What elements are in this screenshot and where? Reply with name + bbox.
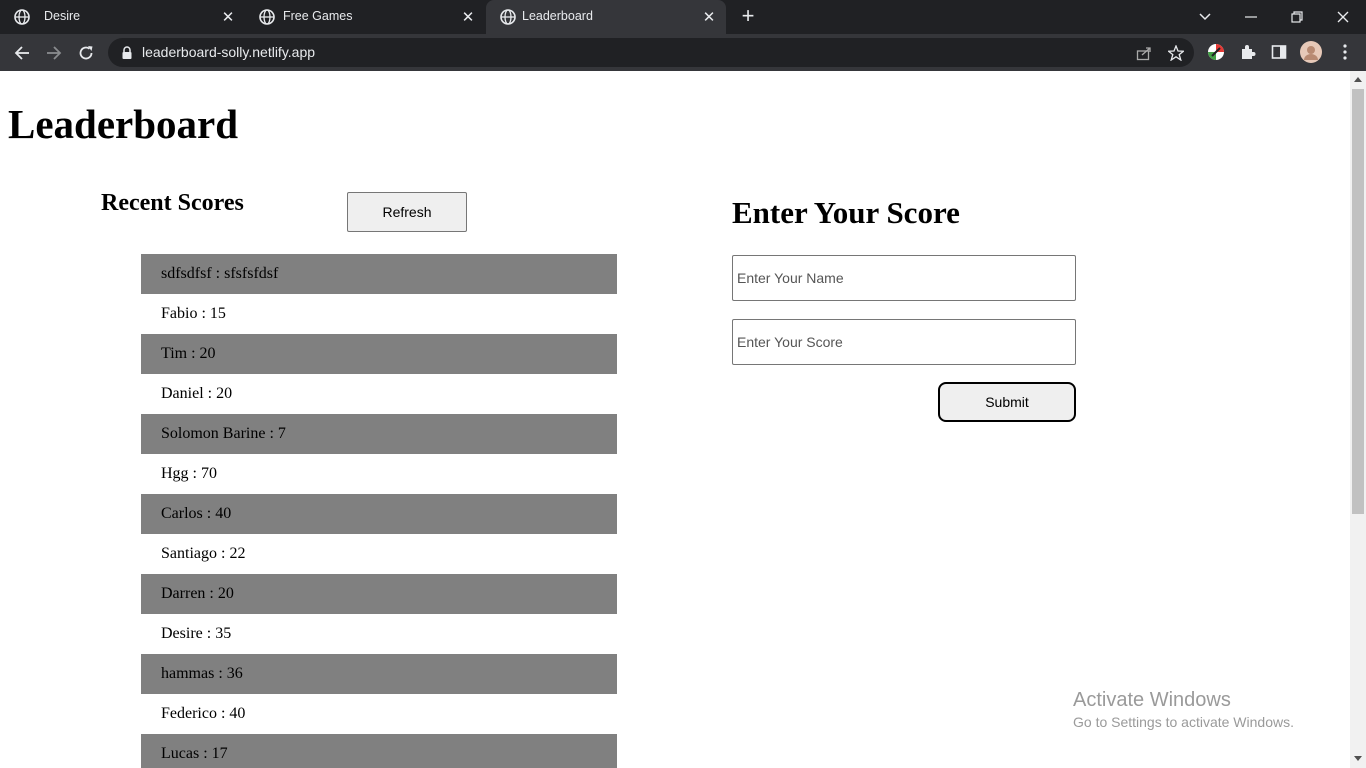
tab-title: Free Games <box>283 9 353 23</box>
close-icon[interactable]: ✕ <box>459 8 477 26</box>
scroll-up-arrow-icon[interactable] <box>1354 77 1362 82</box>
side-panel-icon[interactable] <box>1268 41 1290 63</box>
close-icon <box>1337 11 1349 23</box>
tab-leaderboard[interactable]: Leaderboard ✕ <box>486 0 726 34</box>
score-list-item: Solomon Barine : 7 <box>141 414 617 454</box>
score-input[interactable] <box>732 319 1076 365</box>
scroll-down-arrow-icon[interactable] <box>1354 756 1362 761</box>
close-icon[interactable]: ✕ <box>700 8 718 26</box>
back-button[interactable] <box>10 41 34 65</box>
activate-windows-watermark: Activate Windows Go to Settings to activ… <box>1073 689 1294 730</box>
avatar[interactable] <box>1300 41 1322 63</box>
watermark-subtitle: Go to Settings to activate Windows. <box>1073 714 1294 730</box>
enter-score-heading: Enter Your Score <box>732 195 960 230</box>
restore-button[interactable] <box>1274 0 1320 34</box>
tab-free-games[interactable]: Free Games ✕ <box>245 0 485 34</box>
minimize-button[interactable] <box>1228 0 1274 34</box>
forward-button[interactable] <box>42 41 66 65</box>
globe-icon <box>14 9 30 25</box>
star-icon[interactable] <box>1167 44 1185 62</box>
tab-desire[interactable]: Desire ✕ <box>0 0 245 34</box>
score-list-item: sdfsdfsf : sfsfsfdsf <box>141 254 617 294</box>
browser-tab-strip: Desire ✕ Free Games ✕ Leaderboard ✕ + <box>0 0 1366 34</box>
restore-icon <box>1291 11 1303 23</box>
menu-kebab-icon[interactable] <box>1334 41 1356 63</box>
close-window-button[interactable] <box>1320 0 1366 34</box>
score-list-item: Lucas : 17 <box>141 734 617 768</box>
page-title: Leaderboard <box>8 101 239 147</box>
submit-button[interactable]: Submit <box>938 382 1076 422</box>
extension-icon[interactable] <box>1205 41 1227 63</box>
score-list-item: Tim : 20 <box>141 334 617 374</box>
tab-search-button[interactable] <box>1182 0 1228 34</box>
score-list-item: Santiago : 22 <box>161 545 246 562</box>
score-list-item: Fabio : 15 <box>161 305 226 322</box>
refresh-button[interactable]: Refresh <box>347 192 467 232</box>
tab-title: Desire <box>44 9 81 23</box>
minimize-icon <box>1245 16 1257 18</box>
reload-button[interactable] <box>74 41 98 65</box>
name-input[interactable] <box>732 255 1076 301</box>
puzzle-icon[interactable] <box>1237 41 1259 63</box>
score-list-item: Daniel : 20 <box>161 385 233 402</box>
score-list-item: hammas : 36 <box>141 654 617 694</box>
close-icon[interactable]: ✕ <box>219 8 237 26</box>
address-bar[interactable]: leaderboard-solly.netlify.app <box>108 38 1194 67</box>
globe-icon <box>500 9 516 25</box>
score-list-item: Hgg : 70 <box>161 465 217 482</box>
score-list-item: Darren : 20 <box>141 574 617 614</box>
share-icon[interactable] <box>1135 44 1153 62</box>
tab-title: Leaderboard <box>522 9 593 23</box>
watermark-title: Activate Windows <box>1073 689 1231 711</box>
page-content: Leaderboard Recent Scores Refresh sdfsdf… <box>0 71 1350 768</box>
chevron-down-icon <box>1199 13 1211 21</box>
scores-list: sdfsdfsf : sfsfsfdsf Fabio : 15 Tim : 20 Da… <box>141 254 617 768</box>
reload-icon <box>79 46 93 60</box>
score-list-item: Federico : 40 <box>161 705 246 722</box>
arrow-left-icon <box>14 46 29 60</box>
score-list-item: Carlos : 40 <box>141 494 617 534</box>
globe-icon <box>259 9 275 25</box>
scrollbar-thumb[interactable] <box>1352 89 1364 514</box>
url-text: leaderboard-solly.netlify.app <box>142 44 316 60</box>
new-tab-button[interactable]: + <box>736 5 760 29</box>
lock-icon[interactable] <box>118 44 136 62</box>
vertical-scrollbar[interactable] <box>1350 71 1366 768</box>
score-list-item: Desire : 35 <box>161 625 232 642</box>
arrow-right-icon <box>47 46 62 60</box>
recent-scores-heading: Recent Scores <box>101 190 244 216</box>
